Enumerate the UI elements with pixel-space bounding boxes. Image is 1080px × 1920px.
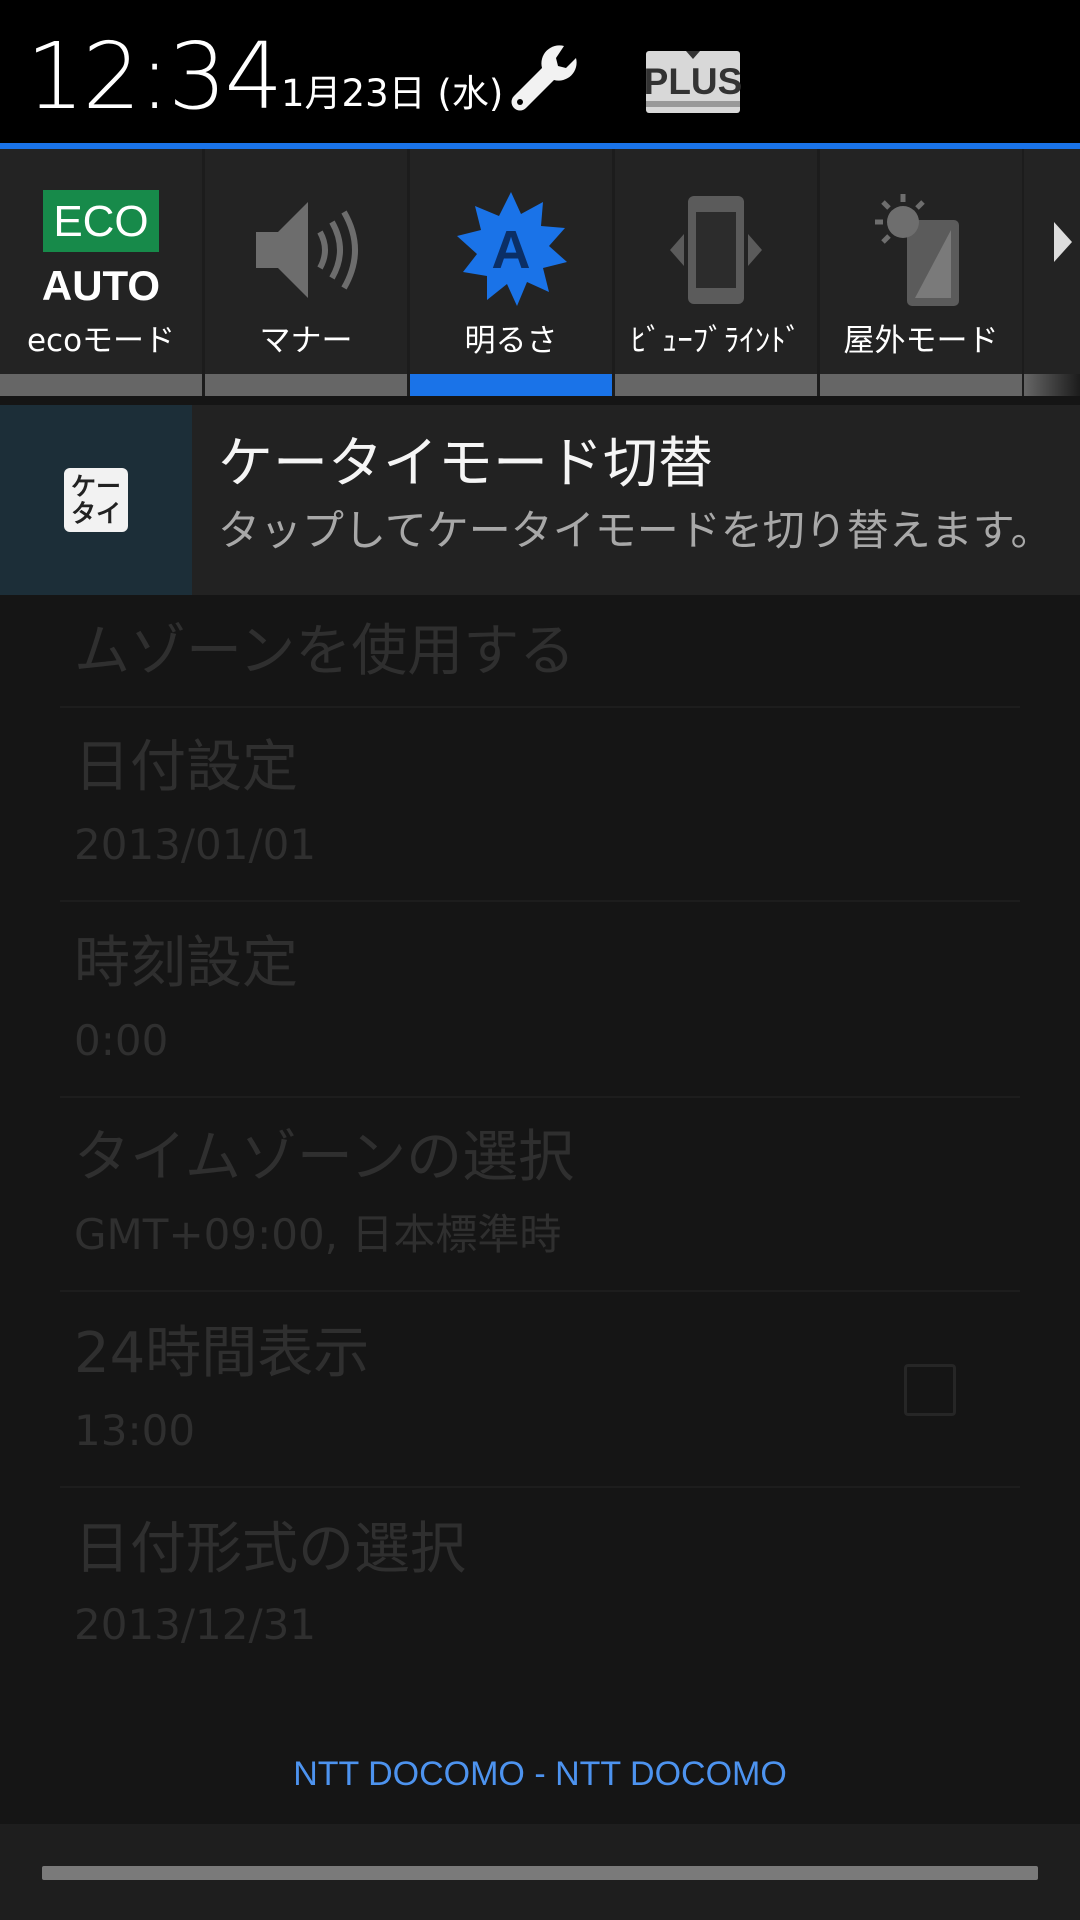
notification-icon-area: ケー タイ bbox=[0, 405, 192, 595]
notification-title: ケータイモード切替 bbox=[218, 431, 714, 495]
qs-tile-view-blind[interactable]: ﾋﾞｭｰﾌﾞﾗｲﾝﾄﾞ bbox=[615, 149, 817, 396]
divider bbox=[60, 900, 1020, 902]
plus-band bbox=[646, 101, 740, 107]
bg-setting-title: タイムゾーンの選択 bbox=[74, 1125, 575, 1190]
notification-text: タップしてケータイモードを切り替えます。 bbox=[218, 506, 1053, 555]
chevron-right-icon[interactable] bbox=[1054, 222, 1072, 262]
notification-header: 12:34 1月23日 (水) PLUS bbox=[0, 0, 1080, 143]
bg-setting-value: 2013/12/31 bbox=[74, 1600, 317, 1649]
keitai-icon-line2: タイ bbox=[70, 499, 121, 528]
eco-auto-icon: ECO AUTO bbox=[26, 175, 176, 325]
checkbox bbox=[904, 1364, 956, 1416]
quick-settings-row: ECO AUTO ecoモード マナー A 明るさ ﾋﾞｭｰﾌﾞﾗｲﾝﾄﾞ 屋外… bbox=[0, 149, 1080, 396]
clock: 12:34 bbox=[26, 23, 283, 130]
qs-tile-eco[interactable]: ECO AUTO ecoモード bbox=[0, 149, 202, 396]
brightness-auto-icon: A bbox=[436, 175, 586, 325]
keitai-icon-line1: ケー bbox=[70, 472, 121, 501]
qs-more-area[interactable] bbox=[1024, 149, 1080, 396]
eco-text: ECO bbox=[53, 197, 148, 246]
view-blind-icon bbox=[641, 175, 791, 325]
divider bbox=[60, 1290, 1020, 1292]
qs-tile-brightness[interactable]: A 明るさ bbox=[410, 149, 612, 396]
qs-tile-outdoor[interactable]: 屋外モード bbox=[820, 149, 1022, 396]
bg-setting-title: 日付形式の選択 bbox=[74, 1517, 466, 1582]
speaker-icon bbox=[231, 175, 381, 325]
qs-indicator bbox=[0, 374, 202, 396]
carrier-label: NTT DOCOMO - NTT DOCOMO bbox=[293, 1755, 787, 1793]
divider bbox=[60, 1486, 1020, 1488]
brightness-letter: A bbox=[492, 220, 531, 280]
qs-label: 屋外モード bbox=[843, 323, 999, 359]
qs-indicator bbox=[1024, 374, 1080, 396]
qs-indicator bbox=[615, 374, 817, 396]
bg-setting-value: GMT+09:00, 日本標準時 bbox=[74, 1210, 562, 1259]
auto-text: AUTO bbox=[42, 262, 160, 309]
bg-setting-title: ムゾーンを使用する bbox=[74, 619, 576, 684]
bg-setting-value: 13:00 bbox=[74, 1406, 196, 1455]
drag-handle[interactable] bbox=[42, 1866, 1038, 1880]
bg-setting-value: 0:00 bbox=[74, 1016, 169, 1065]
qs-label: ﾋﾞｭｰﾌﾞﾗｲﾝﾄﾞ bbox=[630, 323, 802, 359]
qs-label: マナー bbox=[259, 323, 353, 359]
bg-setting-title: 24時間表示 bbox=[74, 1321, 370, 1386]
divider bbox=[60, 706, 1020, 708]
divider bbox=[60, 1096, 1020, 1098]
bg-setting-title: 日付設定 bbox=[74, 735, 298, 800]
bg-setting-title: 時刻設定 bbox=[74, 931, 298, 996]
notification-keitai-mode[interactable]: ケー タイ ケータイモード切替 タップしてケータイモードを切り替えます。 bbox=[0, 405, 1080, 595]
qs-indicator bbox=[820, 374, 1022, 396]
qs-indicator bbox=[410, 374, 612, 396]
qs-indicator bbox=[205, 374, 407, 396]
wrench-icon[interactable] bbox=[506, 40, 586, 120]
qs-tile-manner[interactable]: マナー bbox=[205, 149, 407, 396]
bg-setting-value: 2013/01/01 bbox=[74, 820, 317, 869]
plus-button[interactable]: PLUS bbox=[643, 51, 743, 113]
date: 1月23日 (水) bbox=[281, 72, 504, 115]
plus-notch bbox=[686, 51, 700, 59]
qs-label: 明るさ bbox=[464, 323, 558, 359]
plus-label: PLUS bbox=[643, 61, 743, 102]
keitai-icon: ケー タイ bbox=[64, 468, 128, 532]
panel-drag-area[interactable] bbox=[0, 1824, 1080, 1920]
qs-label: ecoモード bbox=[26, 323, 176, 359]
outdoor-mode-icon bbox=[846, 175, 996, 325]
